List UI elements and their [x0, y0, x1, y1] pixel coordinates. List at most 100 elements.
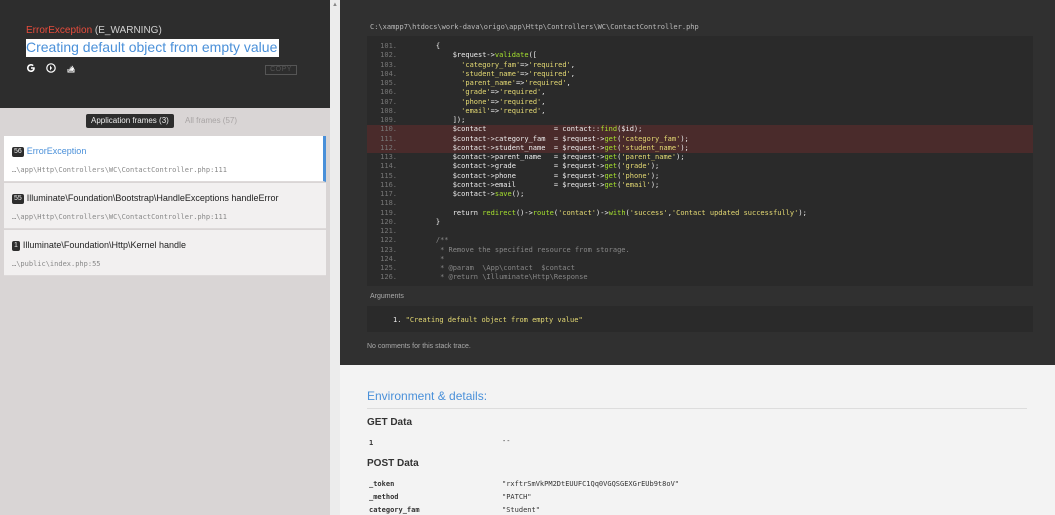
line-number: 125. [380, 264, 397, 272]
code-line: 101. { [367, 42, 1033, 51]
line-number: 115. [380, 171, 397, 180]
frame-path: …\app\Http\Controllers\WC\ContactControl… [12, 213, 227, 221]
line-code: $request->validate([ [419, 51, 538, 60]
line-code: * [419, 254, 445, 263]
stackoverflow-icon[interactable] [66, 63, 76, 73]
stack-frames-panel: ErrorException (E_WARNING) Creating defa… [0, 0, 330, 515]
tab-all-frames[interactable]: All frames (57) [185, 114, 237, 128]
stack-frame-1[interactable]: 1 Illuminate\Foundation\Http\Kernel handl… [4, 230, 326, 276]
line-number: 121. [380, 227, 397, 235]
stack-frame-56[interactable]: 56 ErrorException …\app\Http\Controllers\… [4, 136, 326, 182]
code-line: 108. 'email'=>'required', [367, 107, 1033, 116]
frame-code-panel: C:\xampp7\htdocs\work-dava\origo\app\Htt… [340, 0, 1055, 365]
frame-path: …\app\Http\Controllers\WC\ContactControl… [12, 166, 227, 174]
tab-application-frames[interactable]: Application frames (3) [86, 114, 174, 128]
argument-item: 1. "Creating default object from empty v… [393, 316, 583, 324]
get-data-value: -- [502, 437, 511, 445]
line-number: 113. [380, 153, 397, 161]
left-scrollbar[interactable]: ▲ [330, 0, 340, 515]
frame-title: 1 Illuminate\Foundation\Http\Kernel handl… [12, 240, 186, 251]
file-path: C:\xampp7\htdocs\work-dava\origo\app\Htt… [370, 23, 699, 31]
code-viewer: 101. {102. $request->validate([103. 'cat… [367, 36, 1033, 286]
frame-number: 1 [12, 241, 20, 251]
line-number: 103. [380, 60, 397, 69]
line-code: $contact->email = $request->get('email')… [419, 180, 660, 189]
search-icons [26, 63, 76, 73]
line-number: 106. [380, 88, 397, 97]
code-line: 112. $contact->student_name = $request->… [367, 143, 1033, 153]
line-code: return redirect()->route('contact')->wit… [419, 208, 807, 217]
environment-panel: Environment & details: GET Data 1 -- POS… [340, 365, 1055, 515]
code-line: 125. * @param \App\contact $contact [367, 264, 1033, 273]
code-line: 123. * Remove the specified resource fro… [367, 246, 1033, 255]
frame-number: 55 [12, 194, 24, 204]
line-code: 'category_fam'=>'required', [461, 60, 575, 69]
line-number: 101. [380, 42, 397, 50]
arguments-box: 1. "Creating default object from empty v… [367, 306, 1033, 332]
code-line: 121. [367, 227, 1033, 236]
arguments-label: Arguments [370, 293, 404, 300]
exception-level: (E_WARNING) [92, 25, 162, 36]
line-number: 114. [380, 162, 397, 171]
code-line: 116. $contact->email = $request->get('em… [367, 181, 1033, 190]
line-number: 105. [380, 79, 397, 87]
copy-button[interactable]: COPY [265, 65, 297, 75]
post-data-key: _method [369, 493, 399, 501]
get-data-key: 1 [369, 439, 374, 447]
line-number: 104. [380, 69, 397, 78]
line-code: /** [419, 236, 449, 245]
line-code: $contact->grade = $request->get('grade')… [419, 162, 660, 171]
line-code: $contact->parent_name = $request->get('p… [419, 153, 685, 161]
line-number: 119. [380, 208, 397, 217]
get-data-title: GET Data [367, 417, 413, 428]
line-code: $contact->category_fam = $request->get('… [419, 134, 689, 143]
no-comments-text: No comments for this stack trace. [367, 343, 471, 350]
code-line: 103. 'category_fam'=>'required', [367, 61, 1033, 70]
exception-header: ErrorException (E_WARNING) Creating defa… [0, 0, 330, 108]
line-code: $contact->phone = $request->get('phone')… [419, 171, 660, 180]
frame-tabs: Application frames (3) All frames (57) [0, 108, 330, 134]
divider [367, 408, 1027, 409]
exception-class: ErrorException [26, 25, 93, 36]
code-line: 115. $contact->phone = $request->get('ph… [367, 172, 1033, 181]
code-line: 111. $contact->category_fam = $request->… [367, 134, 1033, 144]
line-number: 116. [380, 180, 397, 189]
code-line: 104. 'student_name'=>'required', [367, 70, 1033, 79]
line-number: 109. [380, 116, 397, 124]
line-code: $contact = contact::find($id); [419, 125, 643, 134]
line-code: * Remove the specified resource from sto… [419, 245, 630, 254]
line-code: 'student_name'=>'required', [461, 69, 575, 78]
frame-class: ErrorException [26, 146, 87, 156]
line-code: $contact->student_name = $request->get('… [419, 143, 689, 152]
duckduckgo-icon[interactable] [46, 63, 56, 73]
line-number: 111. [380, 134, 397, 143]
scroll-up-icon[interactable]: ▲ [332, 2, 338, 8]
post-data-value: "PATCH" [502, 493, 532, 501]
google-icon[interactable] [26, 63, 36, 73]
post-data-value: "rxftrSmVkPM2DtEUUFC1Qq0VGQSGEXGrEUb9t8o… [502, 480, 680, 488]
line-code: 'grade'=>'required', [461, 88, 546, 97]
line-number: 123. [380, 245, 397, 254]
code-line: 106. 'grade'=>'required', [367, 88, 1033, 97]
line-code: $contact->save(); [419, 190, 525, 198]
line-number: 107. [380, 97, 397, 106]
line-code: 'email'=>'required', [461, 106, 546, 115]
line-number: 118. [380, 199, 397, 208]
frame-path: …\public\index.php:55 [12, 260, 101, 268]
line-code: ]); [419, 116, 466, 124]
line-number: 124. [380, 254, 397, 263]
code-line: 124. * [367, 255, 1033, 264]
frame-title: 56 ErrorException [12, 146, 86, 157]
exception-message: Creating default object from empty value [26, 39, 280, 57]
line-code: { [419, 42, 441, 50]
line-code: 'parent_name'=>'required', [461, 79, 571, 87]
line-code: * @param \App\contact $contact [419, 264, 575, 272]
code-line: 114. $contact->grade = $request->get('gr… [367, 162, 1033, 171]
post-data-key: _token [369, 480, 395, 488]
frame-number: 56 [12, 147, 24, 157]
code-line: 113. $contact->parent_name = $request->g… [367, 153, 1033, 162]
line-code: } [419, 217, 441, 226]
stack-frame-55[interactable]: 55 Illuminate\Foundation\Bootstrap\Handle… [4, 183, 326, 229]
line-number: 112. [380, 143, 397, 152]
code-line: 118. [367, 199, 1033, 208]
